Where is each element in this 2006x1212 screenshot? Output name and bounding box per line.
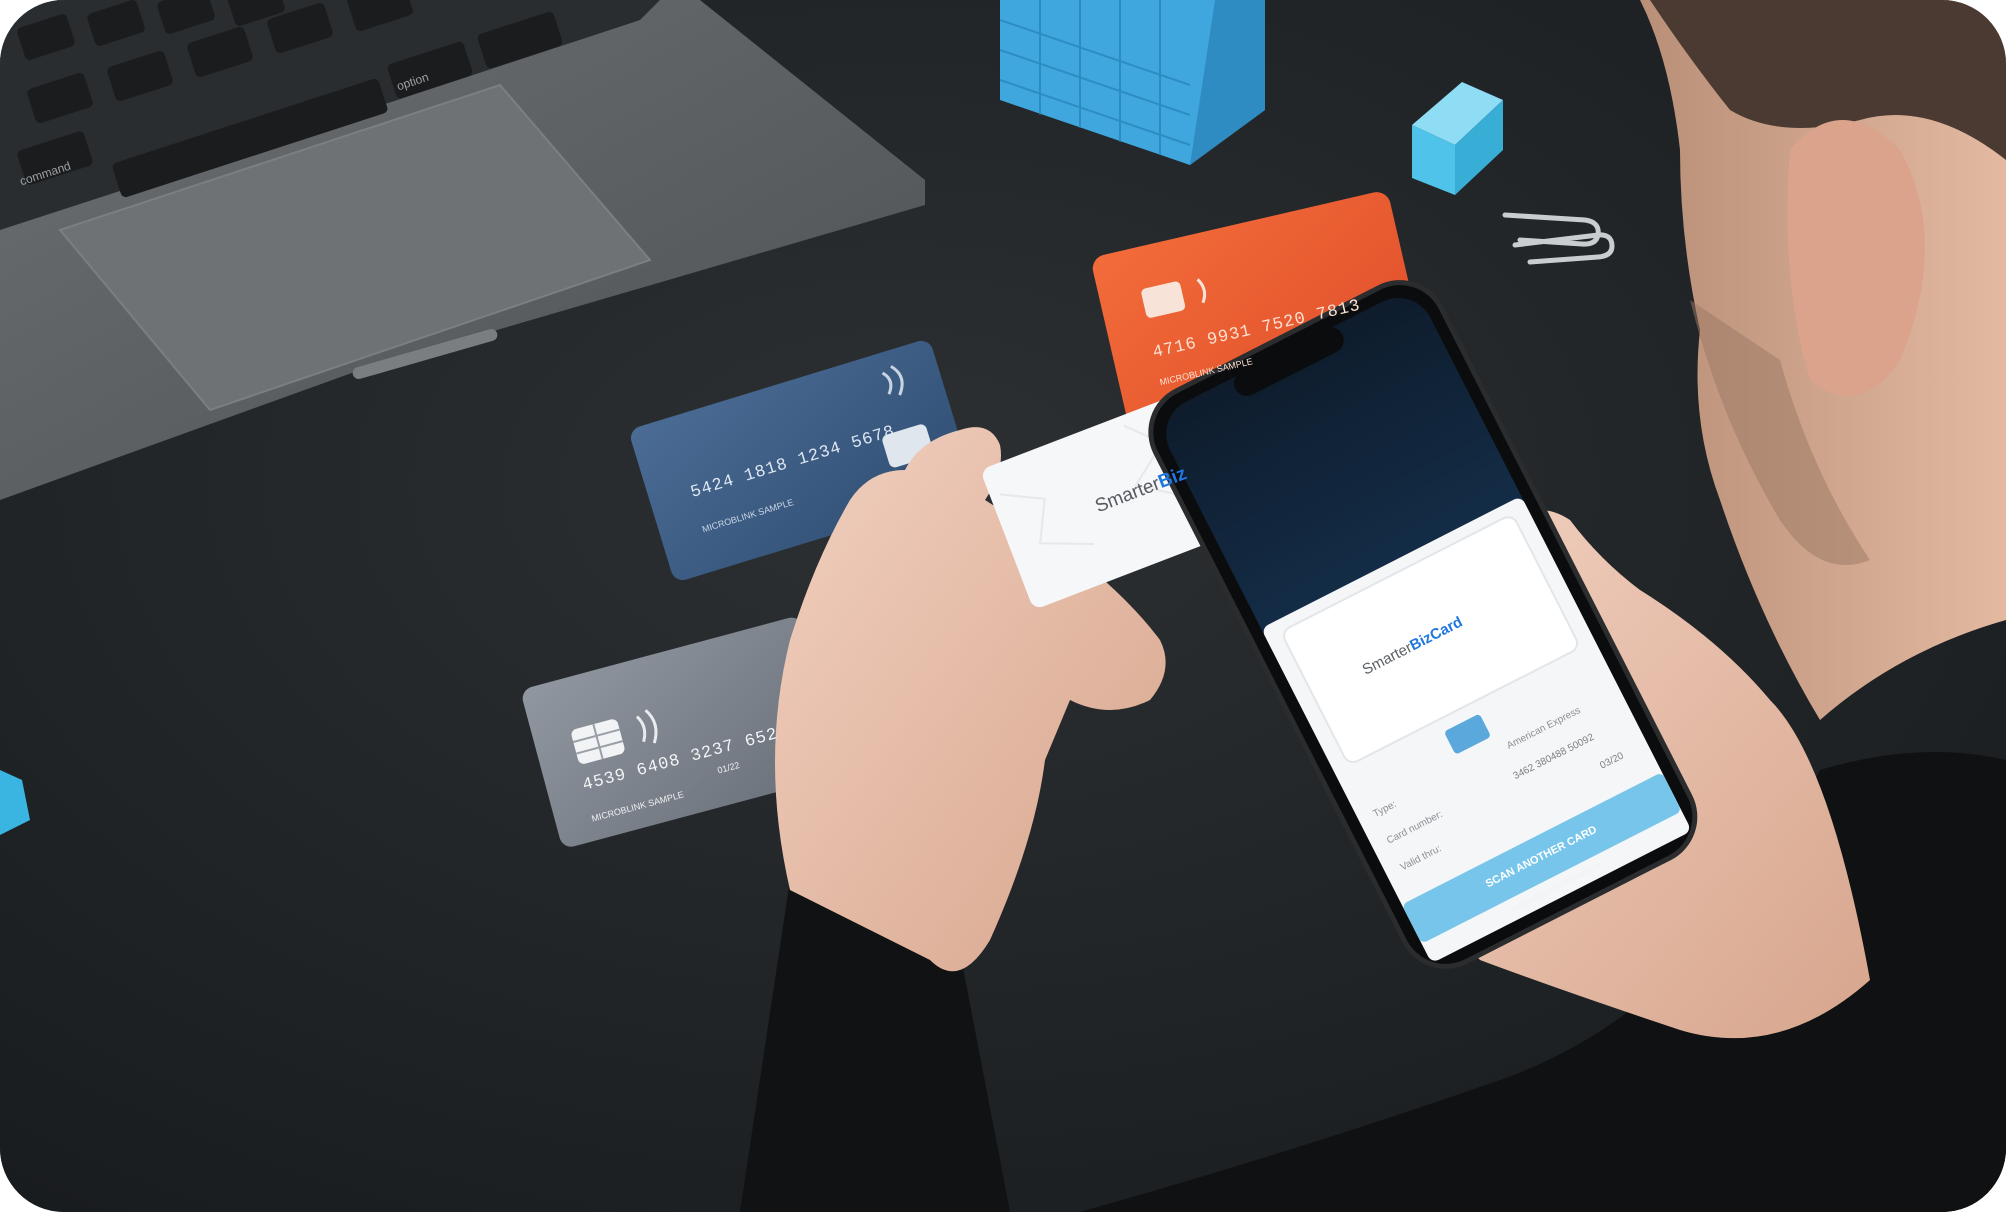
result-type-label: Type: <box>1371 798 1399 820</box>
result-number-label: Card number: <box>1385 808 1445 847</box>
blue-card-number: 5424 1818 1234 5678 <box>688 422 898 503</box>
scene-svg <box>0 0 2006 1212</box>
held-card-brand-plain: Smarter <box>1092 473 1163 518</box>
grey-card-number: 4539 6408 3237 652 <box>580 725 781 796</box>
blue-card-caption: MICROBLINK SAMPLE <box>700 497 795 535</box>
grey-card-caption: MICROBLINK SAMPLE <box>590 789 685 824</box>
grey-card-expiry: 01/22 <box>716 759 741 776</box>
result-valid-label: Valid thru: <box>1398 843 1444 874</box>
phone-card-brand-accent: BizCard <box>1407 613 1466 655</box>
phone-card-brand-plain: Smarter <box>1359 639 1415 679</box>
result-valid-value: 03/20 <box>1598 750 1626 772</box>
phone-card-brand: SmarterBizCard <box>1360 613 1466 678</box>
photo: command option 4716 9931 7520 7813 MICRO… <box>0 0 2006 1212</box>
